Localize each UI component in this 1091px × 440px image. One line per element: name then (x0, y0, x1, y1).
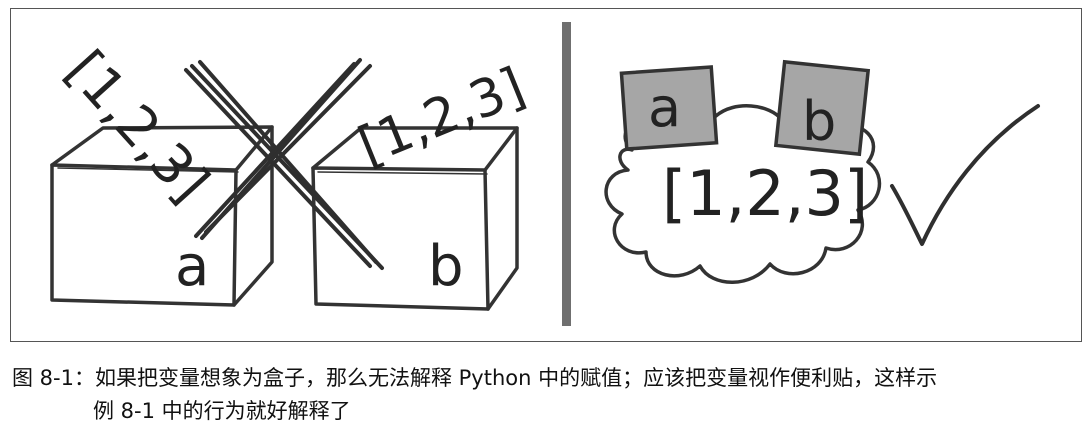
box-a-label: a (175, 234, 209, 299)
sticky-note-b: b (773, 59, 871, 157)
box-b-label: b (428, 234, 464, 299)
panel-divider (562, 22, 571, 326)
caption-line-1: 图 8-1：如果把变量想象为盒子，那么无法解释 Python 中的赋值；应该把变… (12, 366, 938, 390)
sticky-note-a: a (619, 65, 719, 151)
sticky-note-b-label: b (802, 90, 836, 153)
sticky-note-a-label: a (648, 76, 681, 139)
figure-caption: 图 8-1：如果把变量想象为盒子，那么无法解释 Python 中的赋值；应该把变… (12, 362, 1082, 428)
cloud-list-text: [1,2,3] (662, 157, 868, 230)
list-on-box-b-text: [1,2,3] (350, 57, 533, 177)
caption-line-2: 例 8-1 中的行为就好解释了 (93, 399, 351, 423)
checkmark-icon (890, 104, 1040, 246)
figure-illustration: a b [1,2,3] [1,2,3] [1,2,3] a b (50, 22, 1040, 326)
